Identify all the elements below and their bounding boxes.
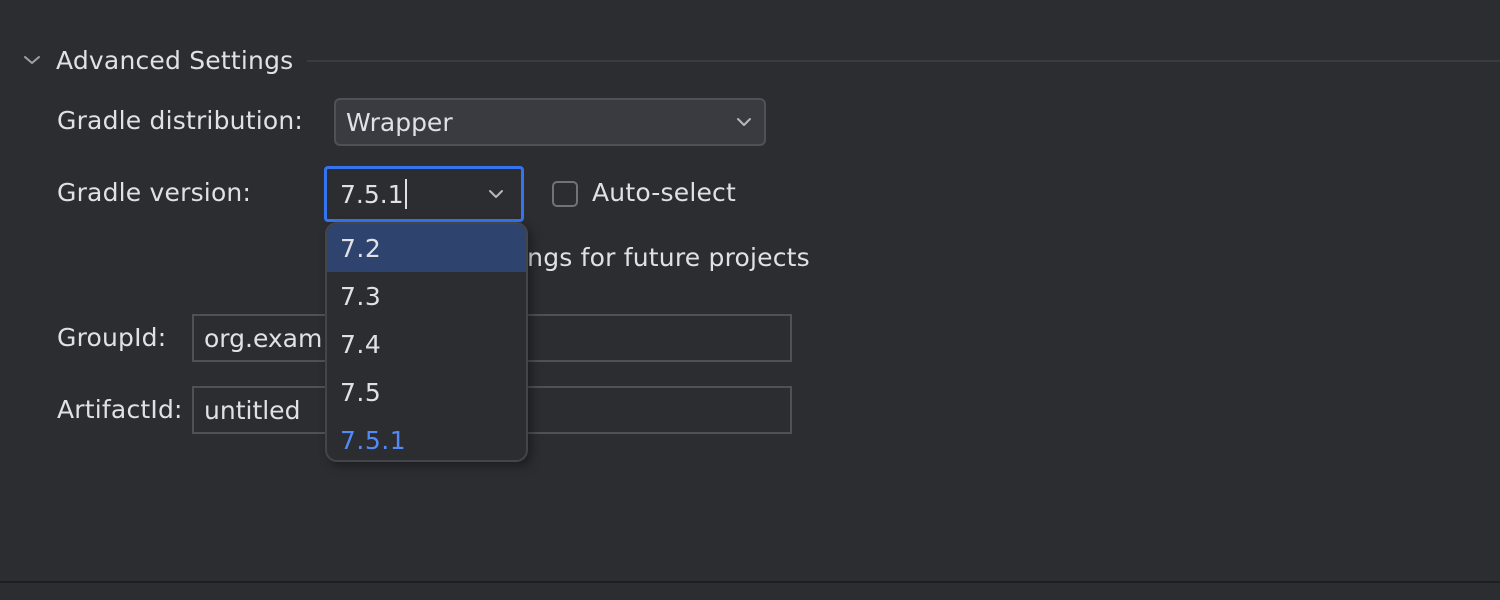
gradle-version-value: 7.5.1 [340, 179, 404, 209]
group-id-label: GroupId: [57, 323, 167, 352]
gradle-distribution-value: Wrapper [346, 107, 453, 137]
artifact-id-value: untitled [204, 395, 301, 425]
future-projects-label[interactable]: ttings for future projects [500, 243, 810, 272]
gradle-version-popup: 7.2 7.3 7.4 7.5 7.5.1 [325, 222, 528, 462]
chevron-down-icon[interactable] [20, 48, 44, 72]
gradle-distribution-label: Gradle distribution: [57, 106, 304, 135]
version-option[interactable]: 7.3 [327, 272, 526, 320]
version-option[interactable]: 7.4 [327, 320, 526, 368]
gradle-version-combobox[interactable]: 7.5.1 [324, 166, 524, 222]
chevron-down-icon [724, 117, 764, 127]
section-title: Advanced Settings [56, 45, 294, 75]
advanced-settings-panel: Advanced Settings Gradle distribution: W… [0, 0, 1500, 600]
version-option[interactable]: 7.2 [327, 224, 526, 272]
section-divider [307, 60, 1500, 62]
gradle-version-label: Gradle version: [57, 178, 252, 207]
text-caret [404, 179, 407, 209]
gradle-version-input[interactable]: 7.5.1 [327, 179, 471, 209]
bottom-divider [0, 581, 1500, 583]
version-option[interactable]: 7.5 [327, 368, 526, 416]
chevron-down-icon[interactable] [471, 189, 521, 199]
artifact-id-label: ArtifactId: [57, 395, 183, 424]
group-id-value: org.exam [204, 323, 323, 353]
auto-select-checkbox[interactable] [552, 181, 578, 207]
version-option[interactable]: 7.5.1 [327, 416, 526, 460]
gradle-distribution-dropdown[interactable]: Wrapper [334, 98, 766, 146]
auto-select-label[interactable]: Auto-select [592, 178, 736, 207]
advanced-settings-header[interactable]: Advanced Settings [20, 40, 1500, 80]
